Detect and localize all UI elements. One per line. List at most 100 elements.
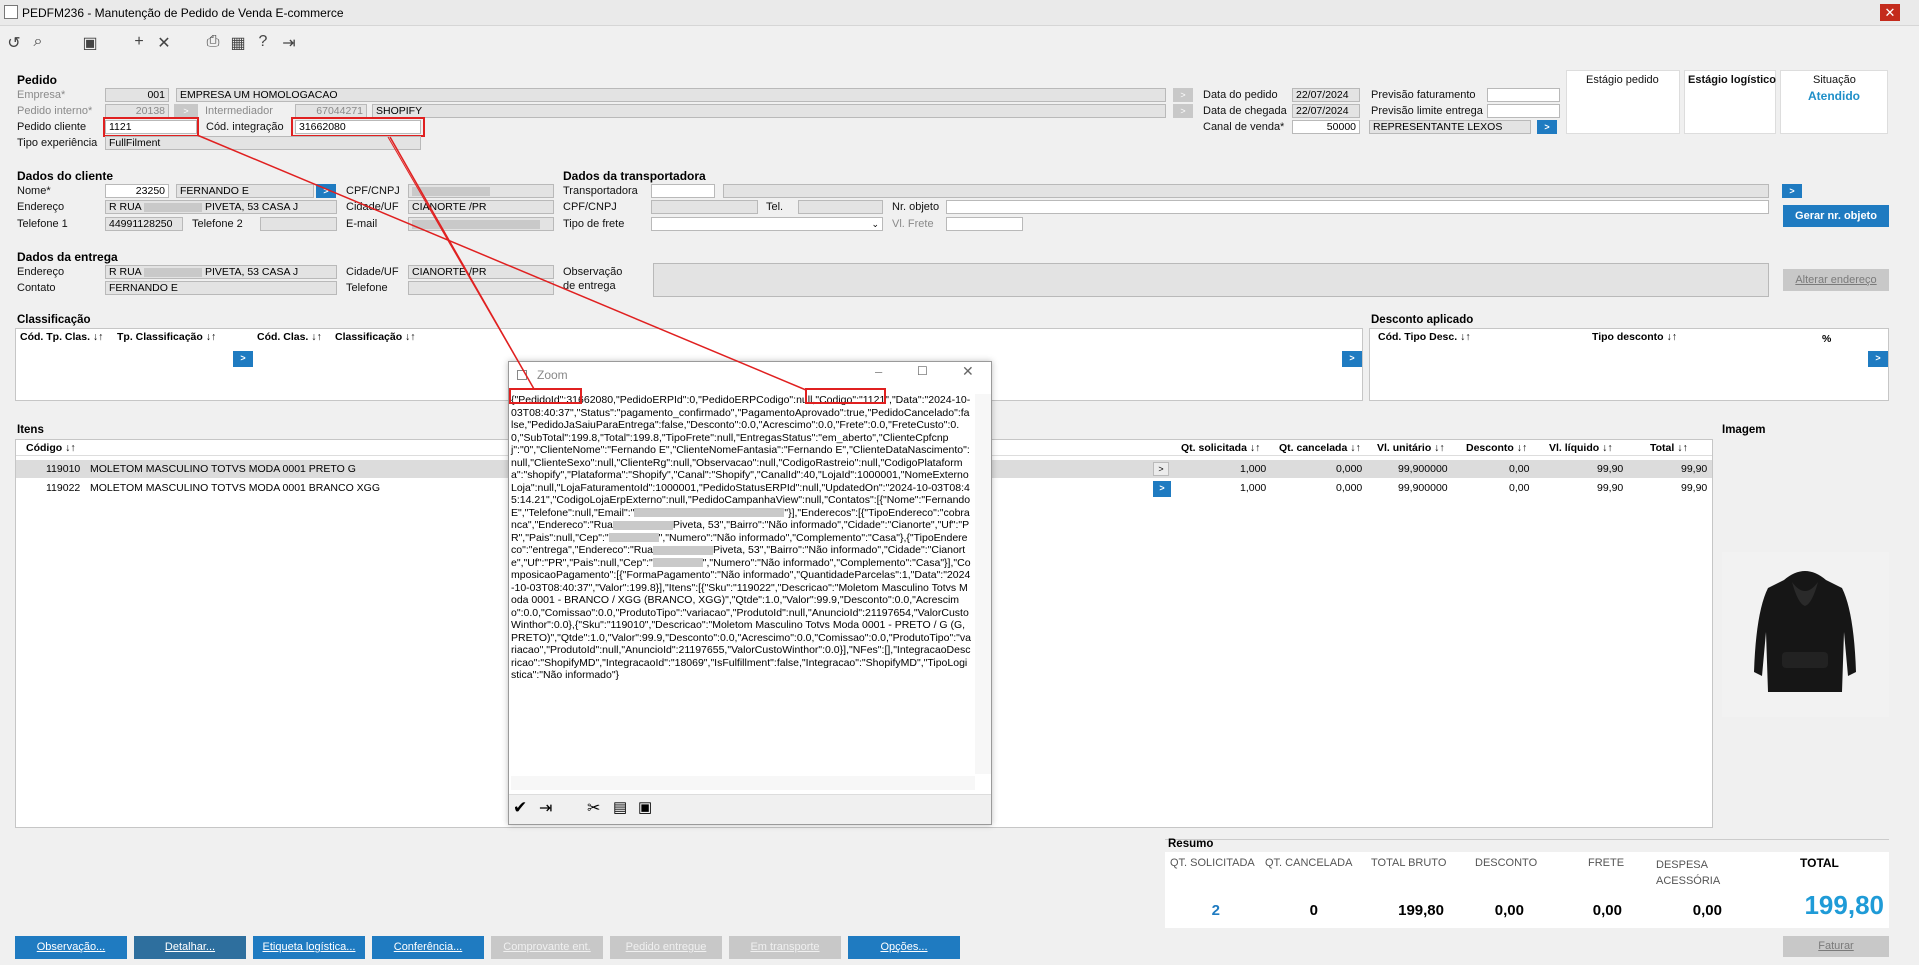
telefone2-label: Telefone 2 xyxy=(192,218,243,230)
confirm-check-icon[interactable]: ✔ xyxy=(513,798,527,818)
comprovante-ent-button[interactable]: Comprovante ent. xyxy=(491,936,603,959)
row2-vl-liq: 99,90 xyxy=(1597,482,1624,494)
cliente-code-field[interactable]: 23250 xyxy=(105,184,169,198)
exit-icon[interactable]: ⇥ xyxy=(279,33,299,53)
close-window-button[interactable]: ✕ xyxy=(1880,4,1900,21)
row2-expand-button[interactable]: > xyxy=(1153,481,1171,497)
col-cod-tipo-desc[interactable]: Cód. Tipo Desc. ↓↑ xyxy=(1378,331,1471,343)
classificacao-header: Classificação xyxy=(17,314,91,326)
gerar-nr-objeto-button[interactable]: Gerar nr. objeto xyxy=(1783,205,1889,227)
transportadora-label: Transportadora xyxy=(563,185,638,197)
cliente-lookup-button[interactable]: > xyxy=(316,184,336,198)
pedido-interno-label: Pedido interno* xyxy=(17,105,93,117)
classificacao-add-button-2[interactable]: > xyxy=(1342,351,1362,367)
col-percent[interactable]: % xyxy=(1822,333,1831,345)
opcoes-button[interactable]: Opções... xyxy=(848,936,960,959)
resumo-total-value: 199,80 xyxy=(1804,890,1884,920)
empresa-code-field[interactable]: 001 xyxy=(105,88,169,102)
col-codigo[interactable]: Código ↓↑ xyxy=(26,442,76,454)
observacao-entrega-field[interactable] xyxy=(653,263,1769,297)
detalhar-button[interactable]: Detalhar... xyxy=(134,936,246,959)
calendar-icon[interactable]: ▦ xyxy=(228,33,248,53)
undo-icon[interactable]: ↺ xyxy=(4,33,24,53)
maximize-icon[interactable]: ☐ xyxy=(917,364,928,378)
desconto-header: Desconto aplicado xyxy=(1371,314,1474,326)
observacao-button[interactable]: Observação... xyxy=(15,936,127,959)
add-icon[interactable]: + xyxy=(129,33,149,51)
close-icon[interactable]: ✕ xyxy=(962,363,974,380)
empresa-name-field: EMPRESA UM HOMOLOGACAO xyxy=(176,88,1166,102)
resumo-despesa-value: 0,00 xyxy=(1692,902,1722,919)
zoom-horizontal-scrollbar[interactable] xyxy=(511,776,975,790)
telefone1-field: 44991128250 xyxy=(105,217,183,231)
transportadora-code-field[interactable] xyxy=(651,184,715,198)
classificacao-add-button-1[interactable]: > xyxy=(233,351,253,367)
clipboard-icon[interactable]: ▣ xyxy=(638,798,652,816)
intermediador-code-field[interactable]: 67044271 xyxy=(295,104,367,118)
cliente-cidade-field: CIANORTE /PR xyxy=(408,200,554,214)
resumo-despesa-label: DESPESA ACESSÓRIA xyxy=(1656,859,1721,887)
col-tp-classificacao[interactable]: Tp. Classificação ↓↑ xyxy=(117,331,216,343)
exit-icon[interactable]: ⇥ xyxy=(539,798,552,818)
minimize-icon[interactable]: – xyxy=(875,364,882,379)
save-icon[interactable]: ▣ xyxy=(80,33,100,53)
col-vl-unitario[interactable]: Vl. unitário ↓↑ xyxy=(1377,442,1445,454)
tipo-frete-select[interactable]: ⌄ xyxy=(651,217,883,231)
col-cod-tp-clas[interactable]: Cód. Tp. Clas. ↓↑ xyxy=(20,331,103,343)
nr-objeto-field[interactable] xyxy=(946,200,1769,214)
etiqueta-logistica-button[interactable]: Etiqueta logística... xyxy=(253,936,365,959)
row2-codigo: 119022 xyxy=(46,482,81,494)
previsao-limite-field[interactable] xyxy=(1487,104,1560,118)
desconto-add-button[interactable]: > xyxy=(1868,351,1888,367)
cliente-email-label: E-mail xyxy=(346,218,378,230)
col-qt-solicitada[interactable]: Qt. solicitada ↓↑ xyxy=(1181,442,1260,454)
zoom-vertical-scrollbar[interactable] xyxy=(975,394,991,774)
canal-venda-label: Canal de venda* xyxy=(1203,121,1285,133)
cliente-nome-label: Nome* xyxy=(17,185,51,197)
previsao-faturamento-field[interactable] xyxy=(1487,88,1560,102)
pedido-interno-field[interactable]: 20138 xyxy=(105,104,169,118)
chevron-down-icon: ⌄ xyxy=(871,219,879,229)
empresa-lookup-button[interactable]: > xyxy=(1173,88,1193,102)
col-classificacao[interactable]: Classificação ↓↑ xyxy=(335,331,416,343)
canal-venda-code-field[interactable]: 50000 xyxy=(1292,120,1360,134)
resumo-desconto-value: 0,00 xyxy=(1494,902,1524,919)
em-transporte-button[interactable]: Em transporte xyxy=(729,936,841,959)
row2-vl-unit: 99,900000 xyxy=(1398,482,1448,494)
col-desconto[interactable]: Desconto ↓↑ xyxy=(1466,442,1527,454)
row1-expand-button[interactable]: > xyxy=(1153,462,1169,476)
col-cod-clas[interactable]: Cód. Clas. ↓↑ xyxy=(257,331,322,343)
situacao-label: Situação xyxy=(1813,74,1856,86)
print-icon[interactable]: ⎙ xyxy=(203,33,223,51)
pedido-entregue-button[interactable]: Pedido entregue xyxy=(610,936,722,959)
col-qt-cancelada[interactable]: Qt. cancelada ↓↑ xyxy=(1279,442,1361,454)
transportadora-name-field xyxy=(723,184,1769,198)
transportadora-cpf-label: CPF/CNPJ xyxy=(563,201,617,213)
paste-special-icon[interactable]: ▤ xyxy=(613,798,627,816)
zoom-json-text[interactable]: {"PedidoId":31662080,"PedidoERPId":0,"Pe… xyxy=(509,394,973,770)
pedido-header: Pedido xyxy=(17,73,58,87)
cut-icon[interactable]: ✂ xyxy=(587,798,600,818)
resumo-frete-value: 0,00 xyxy=(1592,902,1622,919)
pedido-interno-nav-button[interactable]: > xyxy=(174,104,198,118)
highlight-pedido-cliente xyxy=(103,117,199,137)
intermediador-lookup-button[interactable]: > xyxy=(1173,104,1193,118)
col-total[interactable]: Total ↓↑ xyxy=(1650,442,1688,454)
col-tipo-desconto[interactable]: Tipo desconto ↓↑ xyxy=(1592,331,1677,343)
canal-venda-lookup-button[interactable]: > xyxy=(1537,120,1557,134)
entrega-telefone-field xyxy=(408,281,554,295)
conferencia-button[interactable]: Conferência... xyxy=(372,936,484,959)
resumo-qt-can-label: QT. CANCELADA xyxy=(1265,857,1353,869)
cliente-endereco-field: R RUA PIVETA, 53 CASA J xyxy=(105,200,337,214)
cliente-cidade-label: Cidade/UF xyxy=(346,201,399,213)
transportadora-lookup-button[interactable]: > xyxy=(1782,184,1802,198)
vl-frete-field[interactable] xyxy=(946,217,1023,231)
search-icon[interactable]: ⌕ xyxy=(28,33,48,51)
alterar-endereco-button[interactable]: Alterar endereço xyxy=(1783,269,1889,291)
delete-icon[interactable]: ✕ xyxy=(154,33,174,53)
help-icon[interactable]: ? xyxy=(253,33,273,51)
entrega-cidade-label: Cidade/UF xyxy=(346,266,399,278)
pedido-cliente-label: Pedido cliente xyxy=(17,121,87,133)
col-vl-liquido[interactable]: Vl. líquido ↓↑ xyxy=(1549,442,1613,454)
faturar-button[interactable]: Faturar xyxy=(1783,936,1889,957)
